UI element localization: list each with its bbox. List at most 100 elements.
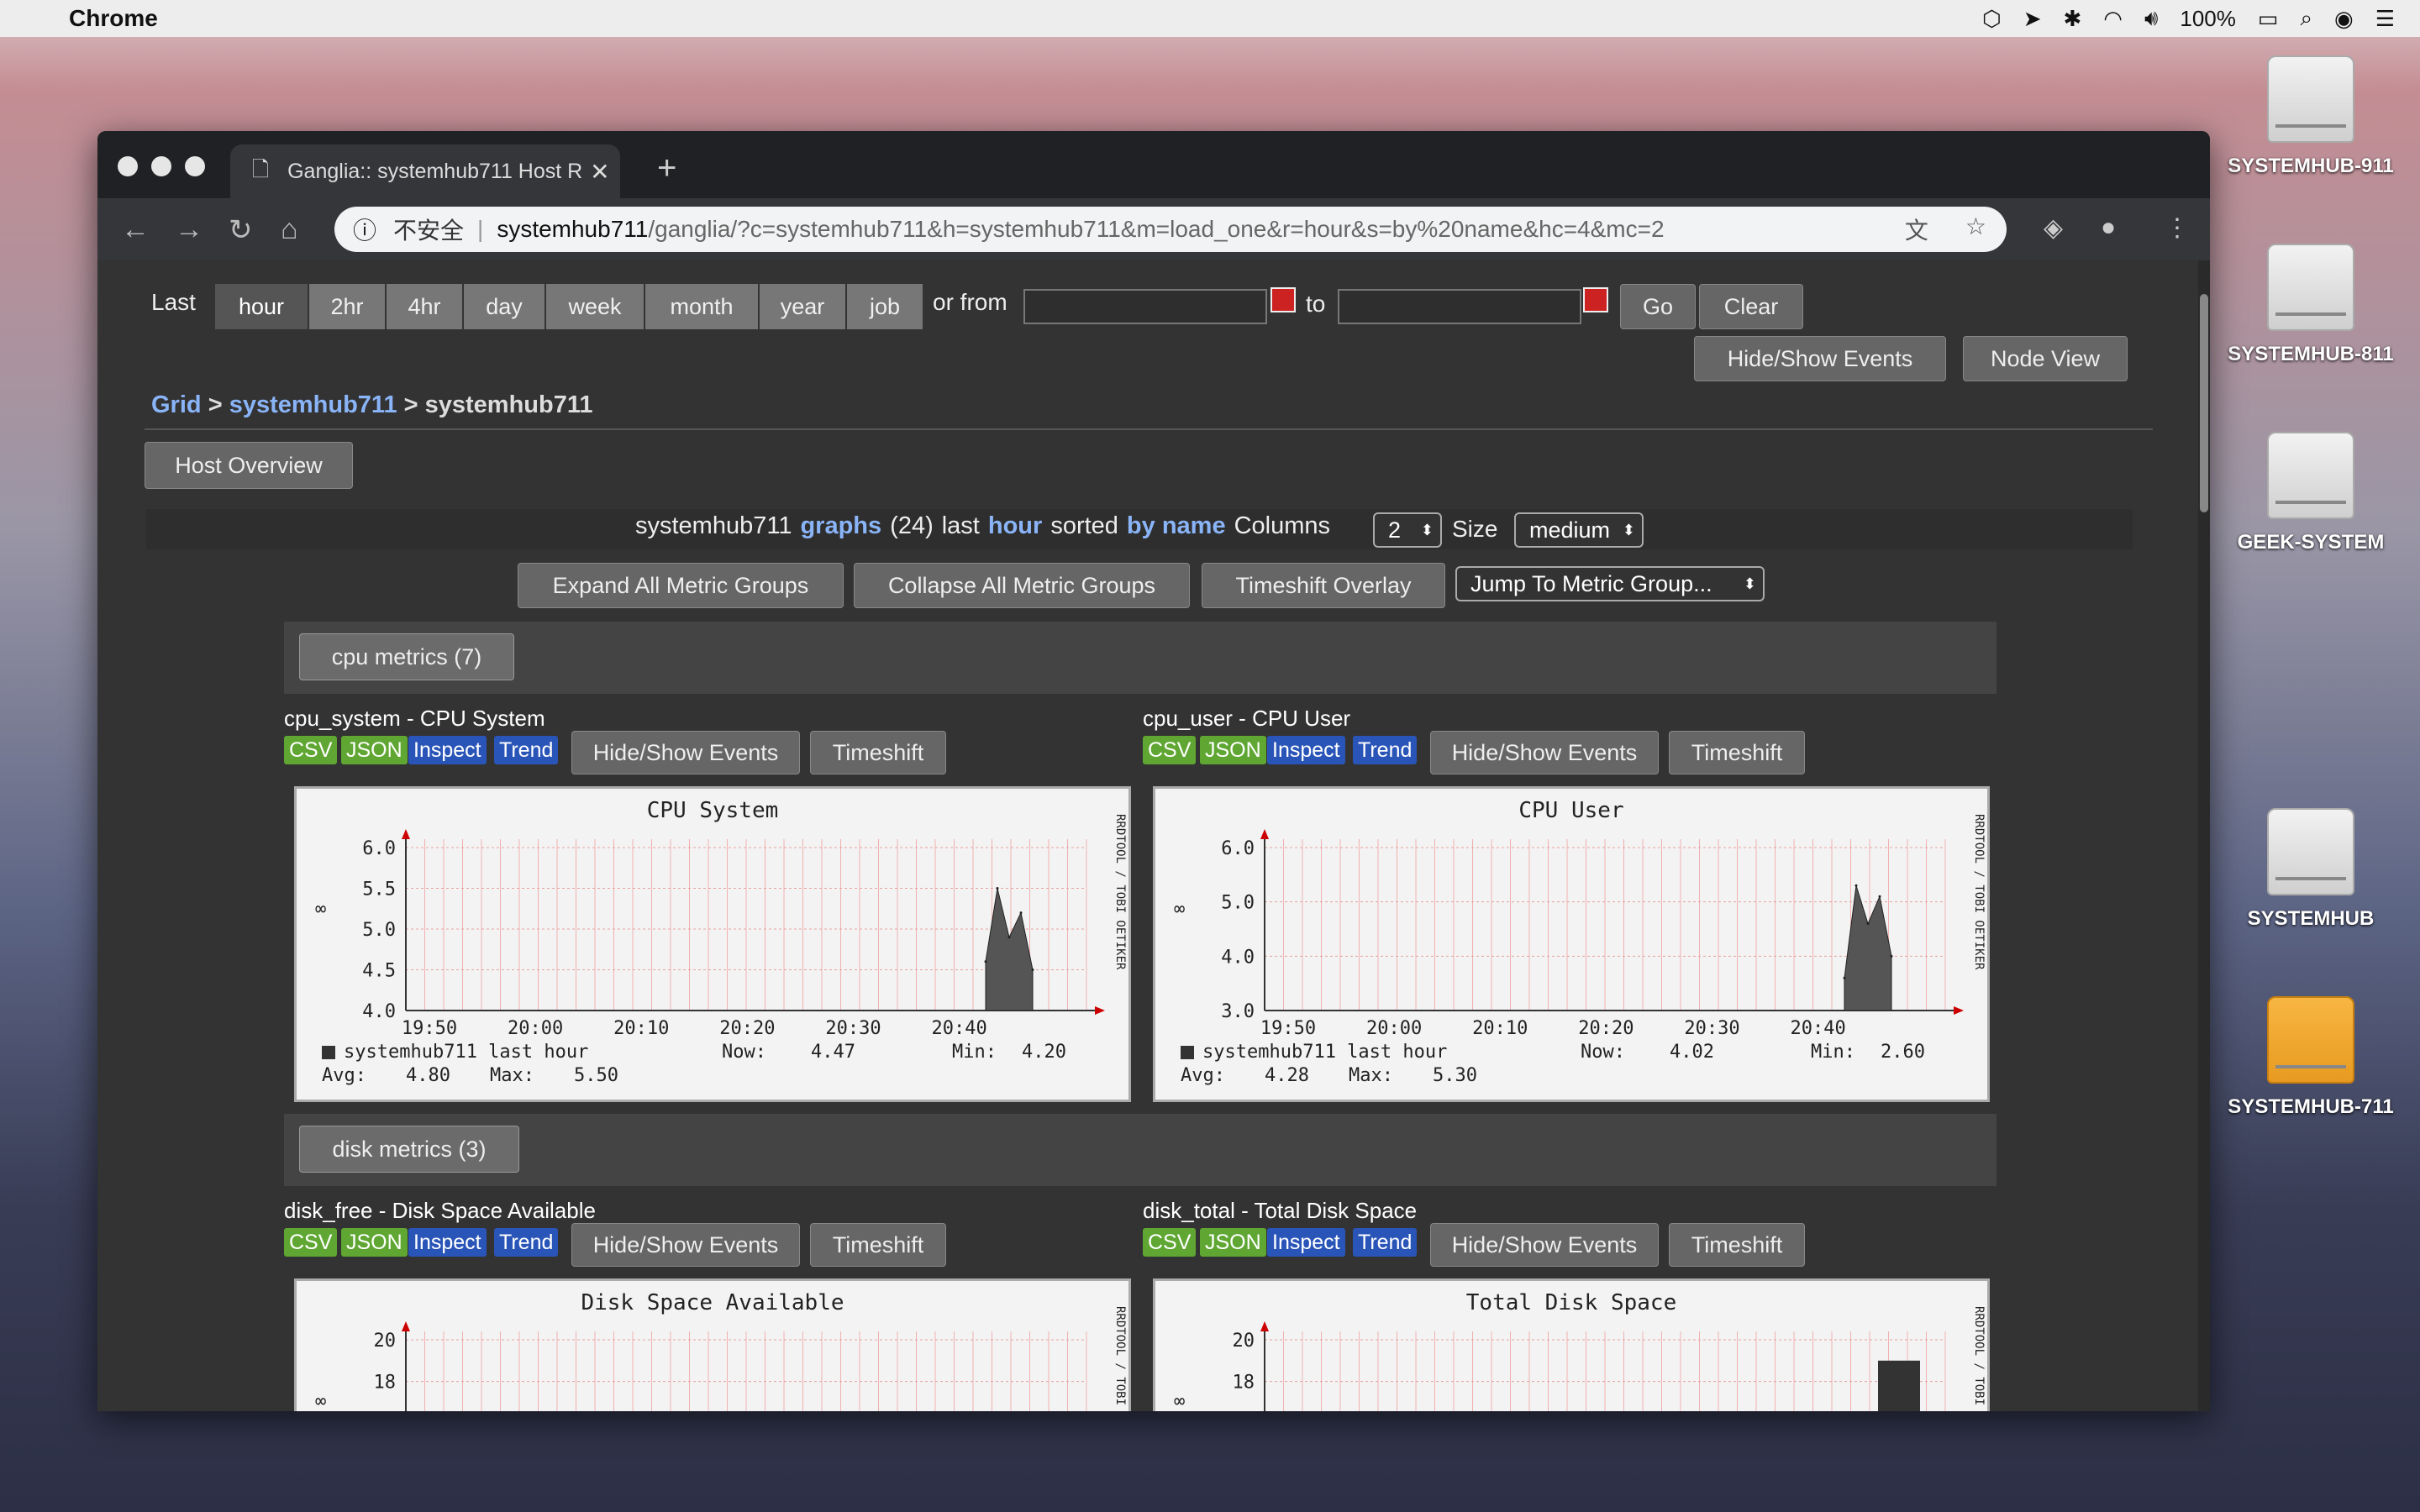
expand-all-button[interactable]: Expand All Metric Groups (518, 563, 844, 608)
jump-to-group-select[interactable]: Jump To Metric Group... ⬍ (1455, 566, 1765, 601)
cpu-system-graph[interactable]: CPU System 6.0 5.5 5.0 4.5 4.0 ∞ 19:50 20:00 20:1… (294, 786, 1131, 1102)
drive-systemhub-711[interactable]: SYSTEMHUB-711 (2210, 996, 2412, 1119)
metric-timeshift-button[interactable]: Timeshift (1669, 731, 1805, 774)
clear-button[interactable]: Clear (1699, 284, 1803, 329)
calendar-icon[interactable] (1270, 287, 1296, 312)
csv-link[interactable]: CSV (1143, 736, 1197, 764)
node-view-button[interactable]: Node View (1963, 336, 2128, 381)
json-link[interactable]: JSON (1200, 736, 1266, 764)
bookmark-star-icon[interactable]: ☆ (1965, 213, 1986, 246)
trend-link[interactable]: Trend (1353, 736, 1418, 764)
max-value: 5.50 (574, 1065, 618, 1086)
summary-by-name: by name (1126, 512, 1226, 539)
close-tab-icon[interactable]: ✕ (590, 158, 609, 186)
host-overview-button[interactable]: Host Overview (145, 442, 353, 489)
range-hour[interactable]: hour (215, 284, 309, 329)
drive-icon (2267, 55, 2354, 143)
metric-timeshift-button[interactable]: Timeshift (1669, 1223, 1805, 1267)
range-4hr[interactable]: 4hr (387, 284, 464, 329)
to-date-input[interactable] (1338, 289, 1581, 324)
drive-systemhub-811[interactable]: SYSTEMHUB-811 (2210, 244, 2412, 366)
metric-events-button[interactable]: Hide/Show Events (1430, 731, 1659, 774)
range-job[interactable]: job (847, 284, 924, 329)
x-tick-label: 20:30 (825, 1018, 881, 1039)
axis-arrow (402, 1321, 410, 1331)
disk-metrics-toggle[interactable]: disk metrics (3) (299, 1126, 519, 1173)
min-value: 2.60 (1881, 1042, 1925, 1063)
inspect-link[interactable]: Inspect (408, 1228, 487, 1257)
inspect-link[interactable]: Inspect (1267, 1228, 1345, 1257)
trend-link[interactable]: Trend (1353, 1228, 1418, 1257)
forward-icon[interactable]: → (175, 213, 203, 246)
spotlight-icon[interactable]: ⌕ (2300, 5, 2312, 32)
from-date-input[interactable] (1023, 289, 1267, 324)
browser-tab[interactable]: 🗋 Ganglia:: systemhub711 Host R ✕ (230, 144, 620, 198)
metric-events-button[interactable]: Hide/Show Events (571, 731, 800, 774)
profile-avatar[interactable]: ● (2101, 213, 2116, 242)
battery-percent[interactable]: 100% (2180, 6, 2236, 32)
scrollbar-thumb[interactable] (2200, 294, 2208, 512)
cpu-user-graph[interactable]: CPU User 6.0 5.0 4.0 3.0 ∞ 19:50 20:00 20:10 20:2… (1153, 786, 1990, 1102)
avg-label: Avg: (1181, 1065, 1225, 1086)
breadcrumb-grid[interactable]: Grid (151, 391, 202, 418)
inspect-link[interactable]: Inspect (1267, 736, 1345, 764)
bluetooth-icon[interactable]: ✱ (2063, 6, 2081, 32)
send-icon[interactable]: ➤ (2023, 6, 2042, 32)
range-2hr[interactable]: 2hr (309, 284, 387, 329)
address-bar[interactable]: ⓘ 不安全 | systemhub711/ganglia/?c=systemhu… (334, 207, 2007, 252)
scrollbar[interactable] (2198, 260, 2210, 1411)
size-select[interactable]: medium ⬍ (1514, 512, 1644, 548)
info-icon[interactable]: ⓘ (353, 213, 376, 246)
notification-center-icon[interactable]: ☰ (2375, 6, 2395, 32)
trend-link[interactable]: Trend (494, 1228, 559, 1257)
json-link[interactable]: JSON (341, 1228, 408, 1257)
hide-show-events-button[interactable]: Hide/Show Events (1694, 336, 1946, 381)
calendar-icon[interactable] (1583, 287, 1608, 312)
range-month[interactable]: month (645, 284, 760, 329)
home-icon[interactable]: ⌂ (281, 213, 298, 246)
menu-kebab-icon[interactable]: ⋮ (2165, 213, 2190, 243)
new-tab-icon[interactable]: + (657, 150, 676, 187)
json-link[interactable]: JSON (341, 736, 408, 764)
range-year[interactable]: year (760, 284, 847, 329)
wifi-icon[interactable]: ◠ (2103, 6, 2123, 32)
app-name[interactable]: Chrome (69, 5, 158, 32)
back-icon[interactable]: ← (121, 213, 150, 246)
trend-link[interactable]: Trend (494, 736, 559, 764)
metric-timeshift-button[interactable]: Timeshift (810, 731, 946, 774)
x-tick-label: 19:50 (402, 1018, 457, 1039)
disk-total-graph[interactable]: Total Disk Space201816∞RRDTOOL / TOBI OE… (1153, 1278, 1990, 1411)
close-window-button[interactable] (118, 156, 138, 176)
drive-icon (2267, 808, 2354, 895)
timeshift-overlay-button[interactable]: Timeshift Overlay (1202, 563, 1445, 608)
drive-geek-system[interactable]: GEEK-SYSTEM (2210, 432, 2412, 554)
minimize-window-button[interactable] (151, 156, 171, 176)
csv-link[interactable]: CSV (1143, 1228, 1197, 1257)
reload-icon[interactable]: ↻ (229, 213, 253, 247)
now-label: Now: (722, 1042, 766, 1063)
range-week[interactable]: week (546, 284, 645, 329)
zoom-window-button[interactable] (185, 156, 205, 176)
breadcrumb-cluster[interactable]: systemhub711 (229, 391, 397, 418)
metric-events-button[interactable]: Hide/Show Events (1430, 1223, 1659, 1267)
volume-icon[interactable]: 🔊︎ (2144, 5, 2158, 32)
extension-icon[interactable]: ◈ (2044, 213, 2063, 243)
range-day[interactable]: day (464, 284, 546, 329)
csv-link[interactable]: CSV (284, 736, 338, 764)
inspect-link[interactable]: Inspect (408, 736, 487, 764)
columns-select[interactable]: 2 ⬍ (1373, 512, 1442, 548)
siri-icon[interactable]: ◉ (2334, 6, 2354, 32)
cpu-metrics-toggle[interactable]: cpu metrics (7) (299, 633, 514, 680)
drive-systemhub-911[interactable]: SYSTEMHUB-911 (2210, 55, 2412, 178)
csv-link[interactable]: CSV (284, 1228, 338, 1257)
metric-events-button[interactable]: Hide/Show Events (571, 1223, 800, 1267)
translate-icon[interactable]: 文 (1905, 213, 1928, 246)
box-icon[interactable]: ⬡ (1982, 6, 2002, 32)
metric-timeshift-button[interactable]: Timeshift (810, 1223, 946, 1267)
disk-free-graph[interactable]: Disk Space Available201816∞RRDTOOL / TOB… (294, 1278, 1131, 1411)
drive-systemhub[interactable]: SYSTEMHUB (2210, 808, 2412, 931)
json-link[interactable]: JSON (1200, 1228, 1266, 1257)
collapse-all-button[interactable]: Collapse All Metric Groups (854, 563, 1190, 608)
go-button[interactable]: Go (1620, 284, 1696, 329)
battery-icon[interactable]: ▭ (2258, 6, 2279, 32)
